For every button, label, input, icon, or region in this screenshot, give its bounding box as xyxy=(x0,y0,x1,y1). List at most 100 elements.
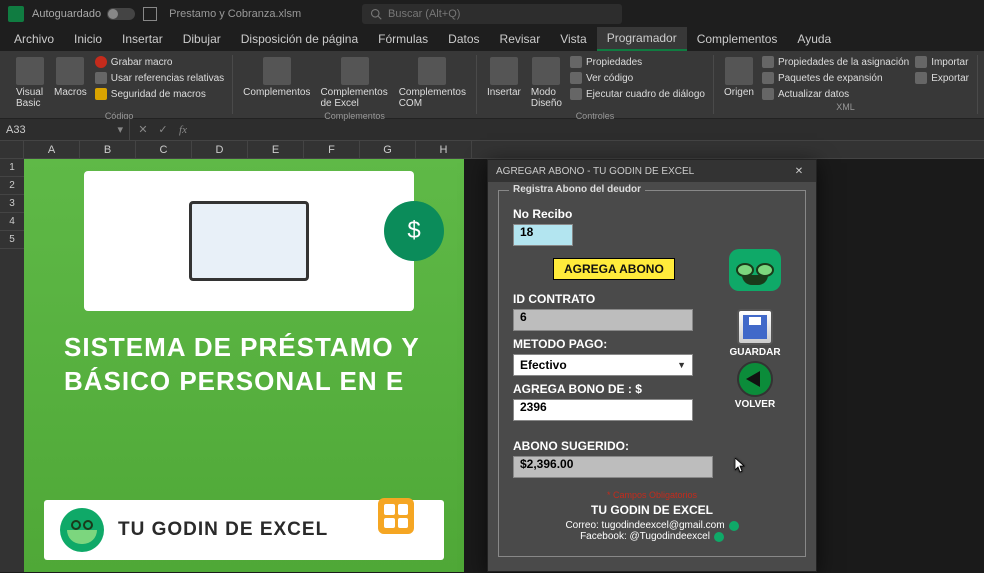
col-header[interactable]: F xyxy=(304,141,360,158)
prop-asignacion-button[interactable]: Propiedades de la asignación xyxy=(762,55,909,69)
exportar-button[interactable]: Exportar xyxy=(915,71,969,85)
abono-sugerido-display: $2,396.00 xyxy=(513,456,713,478)
grid-icon xyxy=(95,72,107,84)
paquetes-expansion-button[interactable]: Paquetes de expansión xyxy=(762,71,909,85)
grabar-macro-button[interactable]: Grabar macro xyxy=(95,55,224,69)
godin-logo-icon xyxy=(729,249,781,291)
autosave-label: Autoguardado xyxy=(32,8,101,20)
worksheet[interactable]: 1 2 3 4 5 $ SISTEMA DE PRÉSTAMO Y BÁSICO… xyxy=(0,159,984,572)
row-header[interactable]: 2 xyxy=(0,177,24,195)
cells-area[interactable]: $ SISTEMA DE PRÉSTAMO Y BÁSICO PERSONAL … xyxy=(24,159,984,572)
column-headers: A B C D E F G H xyxy=(0,141,984,159)
userform-dialog: AGREGAR ABONO - TU GODIN DE EXCEL ✕ Regi… xyxy=(487,159,817,572)
macros-icon xyxy=(56,57,84,85)
chevron-down-icon: ▼ xyxy=(677,360,686,370)
ribbon: Visual Basic Macros Grabar macro Usar re… xyxy=(0,51,984,119)
ref-relativas-button[interactable]: Usar referencias relativas xyxy=(95,71,224,85)
tab-ayuda[interactable]: Ayuda xyxy=(787,28,841,50)
no-recibo-input[interactable]: 18 xyxy=(513,224,573,246)
props-icon xyxy=(570,56,582,68)
search-icon xyxy=(370,8,382,20)
tab-inicio[interactable]: Inicio xyxy=(64,28,112,50)
guardar-button[interactable]: GUARDAR xyxy=(729,309,781,358)
tab-datos[interactable]: Datos xyxy=(438,28,489,50)
titlebar: Autoguardado Prestamo y Cobranza.xlsm Bu… xyxy=(0,0,984,27)
ribbon-group-xml: Origen Propiedades de la asignación Paqu… xyxy=(714,55,978,114)
volver-button[interactable]: VOLVER xyxy=(729,361,781,410)
metodo-pago-select[interactable]: Efectivo ▼ xyxy=(513,354,693,376)
footer-facebook: Facebook: @Tugodindeexcel xyxy=(580,531,710,542)
promo-headline: SISTEMA DE PRÉSTAMO Y BÁSICO PERSONAL EN… xyxy=(24,311,464,399)
fieldset-legend: Registra Abono del deudor xyxy=(509,184,645,195)
tab-disposicion[interactable]: Disposición de página xyxy=(231,28,368,50)
complementos-com-button[interactable]: Complementos COM xyxy=(397,55,468,111)
ribbon-group-controles: Insertar Modo Diseño Propiedades Ver cód… xyxy=(477,55,714,114)
modo-diseno-button[interactable]: Modo Diseño xyxy=(529,55,564,111)
import-icon xyxy=(915,56,927,68)
shield-icon xyxy=(95,88,107,100)
row-header[interactable]: 4 xyxy=(0,213,24,231)
name-box-value: A33 xyxy=(6,124,26,136)
code-icon xyxy=(570,72,582,84)
tab-programador[interactable]: Programador xyxy=(597,27,687,51)
source-icon xyxy=(725,57,753,85)
refresh-icon xyxy=(762,88,774,100)
status-dot-icon xyxy=(714,532,724,542)
cancel-formula-button[interactable]: ✕ xyxy=(134,121,152,139)
insertar-control-button[interactable]: Insertar xyxy=(485,55,523,100)
filename: Prestamo y Cobranza.xlsm xyxy=(169,8,301,20)
chevron-down-icon[interactable]: ▾ xyxy=(117,123,123,136)
visual-basic-button[interactable]: Visual Basic xyxy=(14,55,46,111)
no-recibo-label: No Recibo xyxy=(513,207,791,221)
footer-brand: TU GODIN DE EXCEL xyxy=(513,503,791,517)
id-contrato-input[interactable]: 6 xyxy=(513,309,693,331)
select-all-corner[interactable] xyxy=(0,141,24,158)
design-icon xyxy=(532,57,560,85)
status-dot-icon xyxy=(729,521,739,531)
col-header[interactable]: C xyxy=(136,141,192,158)
godin-logo-icon xyxy=(60,508,104,552)
fx-button[interactable]: fx xyxy=(174,121,192,139)
origen-button[interactable]: Origen xyxy=(722,55,756,100)
col-header[interactable]: H xyxy=(416,141,472,158)
actualizar-datos-button[interactable]: Actualizar datos xyxy=(762,87,909,101)
run-icon xyxy=(570,88,582,100)
col-header[interactable]: B xyxy=(80,141,136,158)
laptop-icon xyxy=(189,201,309,281)
row-header[interactable]: 1 xyxy=(0,159,24,177)
col-header[interactable]: D xyxy=(192,141,248,158)
tab-complementos[interactable]: Complementos xyxy=(687,28,788,50)
col-header[interactable]: G xyxy=(360,141,416,158)
row-header[interactable]: 3 xyxy=(0,195,24,213)
toggle-icon[interactable] xyxy=(107,8,135,20)
macros-button[interactable]: Macros xyxy=(52,55,89,100)
close-button[interactable]: ✕ xyxy=(790,166,808,177)
agrega-bono-input[interactable]: 2396 xyxy=(513,399,693,421)
ejecutar-dialogo-button[interactable]: Ejecutar cuadro de diálogo xyxy=(570,87,705,101)
complementos-button[interactable]: Complementos xyxy=(241,55,312,100)
importar-button[interactable]: Importar xyxy=(915,55,969,69)
tab-dibujar[interactable]: Dibujar xyxy=(173,28,231,50)
complementos-excel-button[interactable]: Complementos de Excel xyxy=(318,55,390,111)
tab-insertar[interactable]: Insertar xyxy=(112,28,173,50)
tab-archivo[interactable]: Archivo xyxy=(4,28,64,50)
accept-formula-button[interactable]: ✓ xyxy=(154,121,172,139)
col-header[interactable]: E xyxy=(248,141,304,158)
col-header[interactable]: A xyxy=(24,141,80,158)
group-label: Controles xyxy=(485,111,705,123)
tab-revisar[interactable]: Revisar xyxy=(490,28,551,50)
propiedades-button[interactable]: Propiedades xyxy=(570,55,705,69)
tab-vista[interactable]: Vista xyxy=(550,28,596,50)
save-icon[interactable] xyxy=(143,7,157,21)
seguridad-macros-button[interactable]: Seguridad de macros xyxy=(95,87,224,101)
dialog-titlebar[interactable]: AGREGAR ABONO - TU GODIN DE EXCEL ✕ xyxy=(488,160,816,182)
map-props-icon xyxy=(762,56,774,68)
tab-formulas[interactable]: Fórmulas xyxy=(368,28,438,50)
autosave-toggle[interactable]: Autoguardado xyxy=(32,8,135,20)
ver-codigo-button[interactable]: Ver código xyxy=(570,71,705,85)
search-box[interactable]: Buscar (Alt+Q) xyxy=(362,4,622,24)
row-header[interactable]: 5 xyxy=(0,231,24,249)
form-fieldset: Registra Abono del deudor GUARDAR VOLVER… xyxy=(498,190,806,557)
search-placeholder: Buscar (Alt+Q) xyxy=(388,8,460,20)
name-box[interactable]: A33 ▾ xyxy=(0,119,130,140)
